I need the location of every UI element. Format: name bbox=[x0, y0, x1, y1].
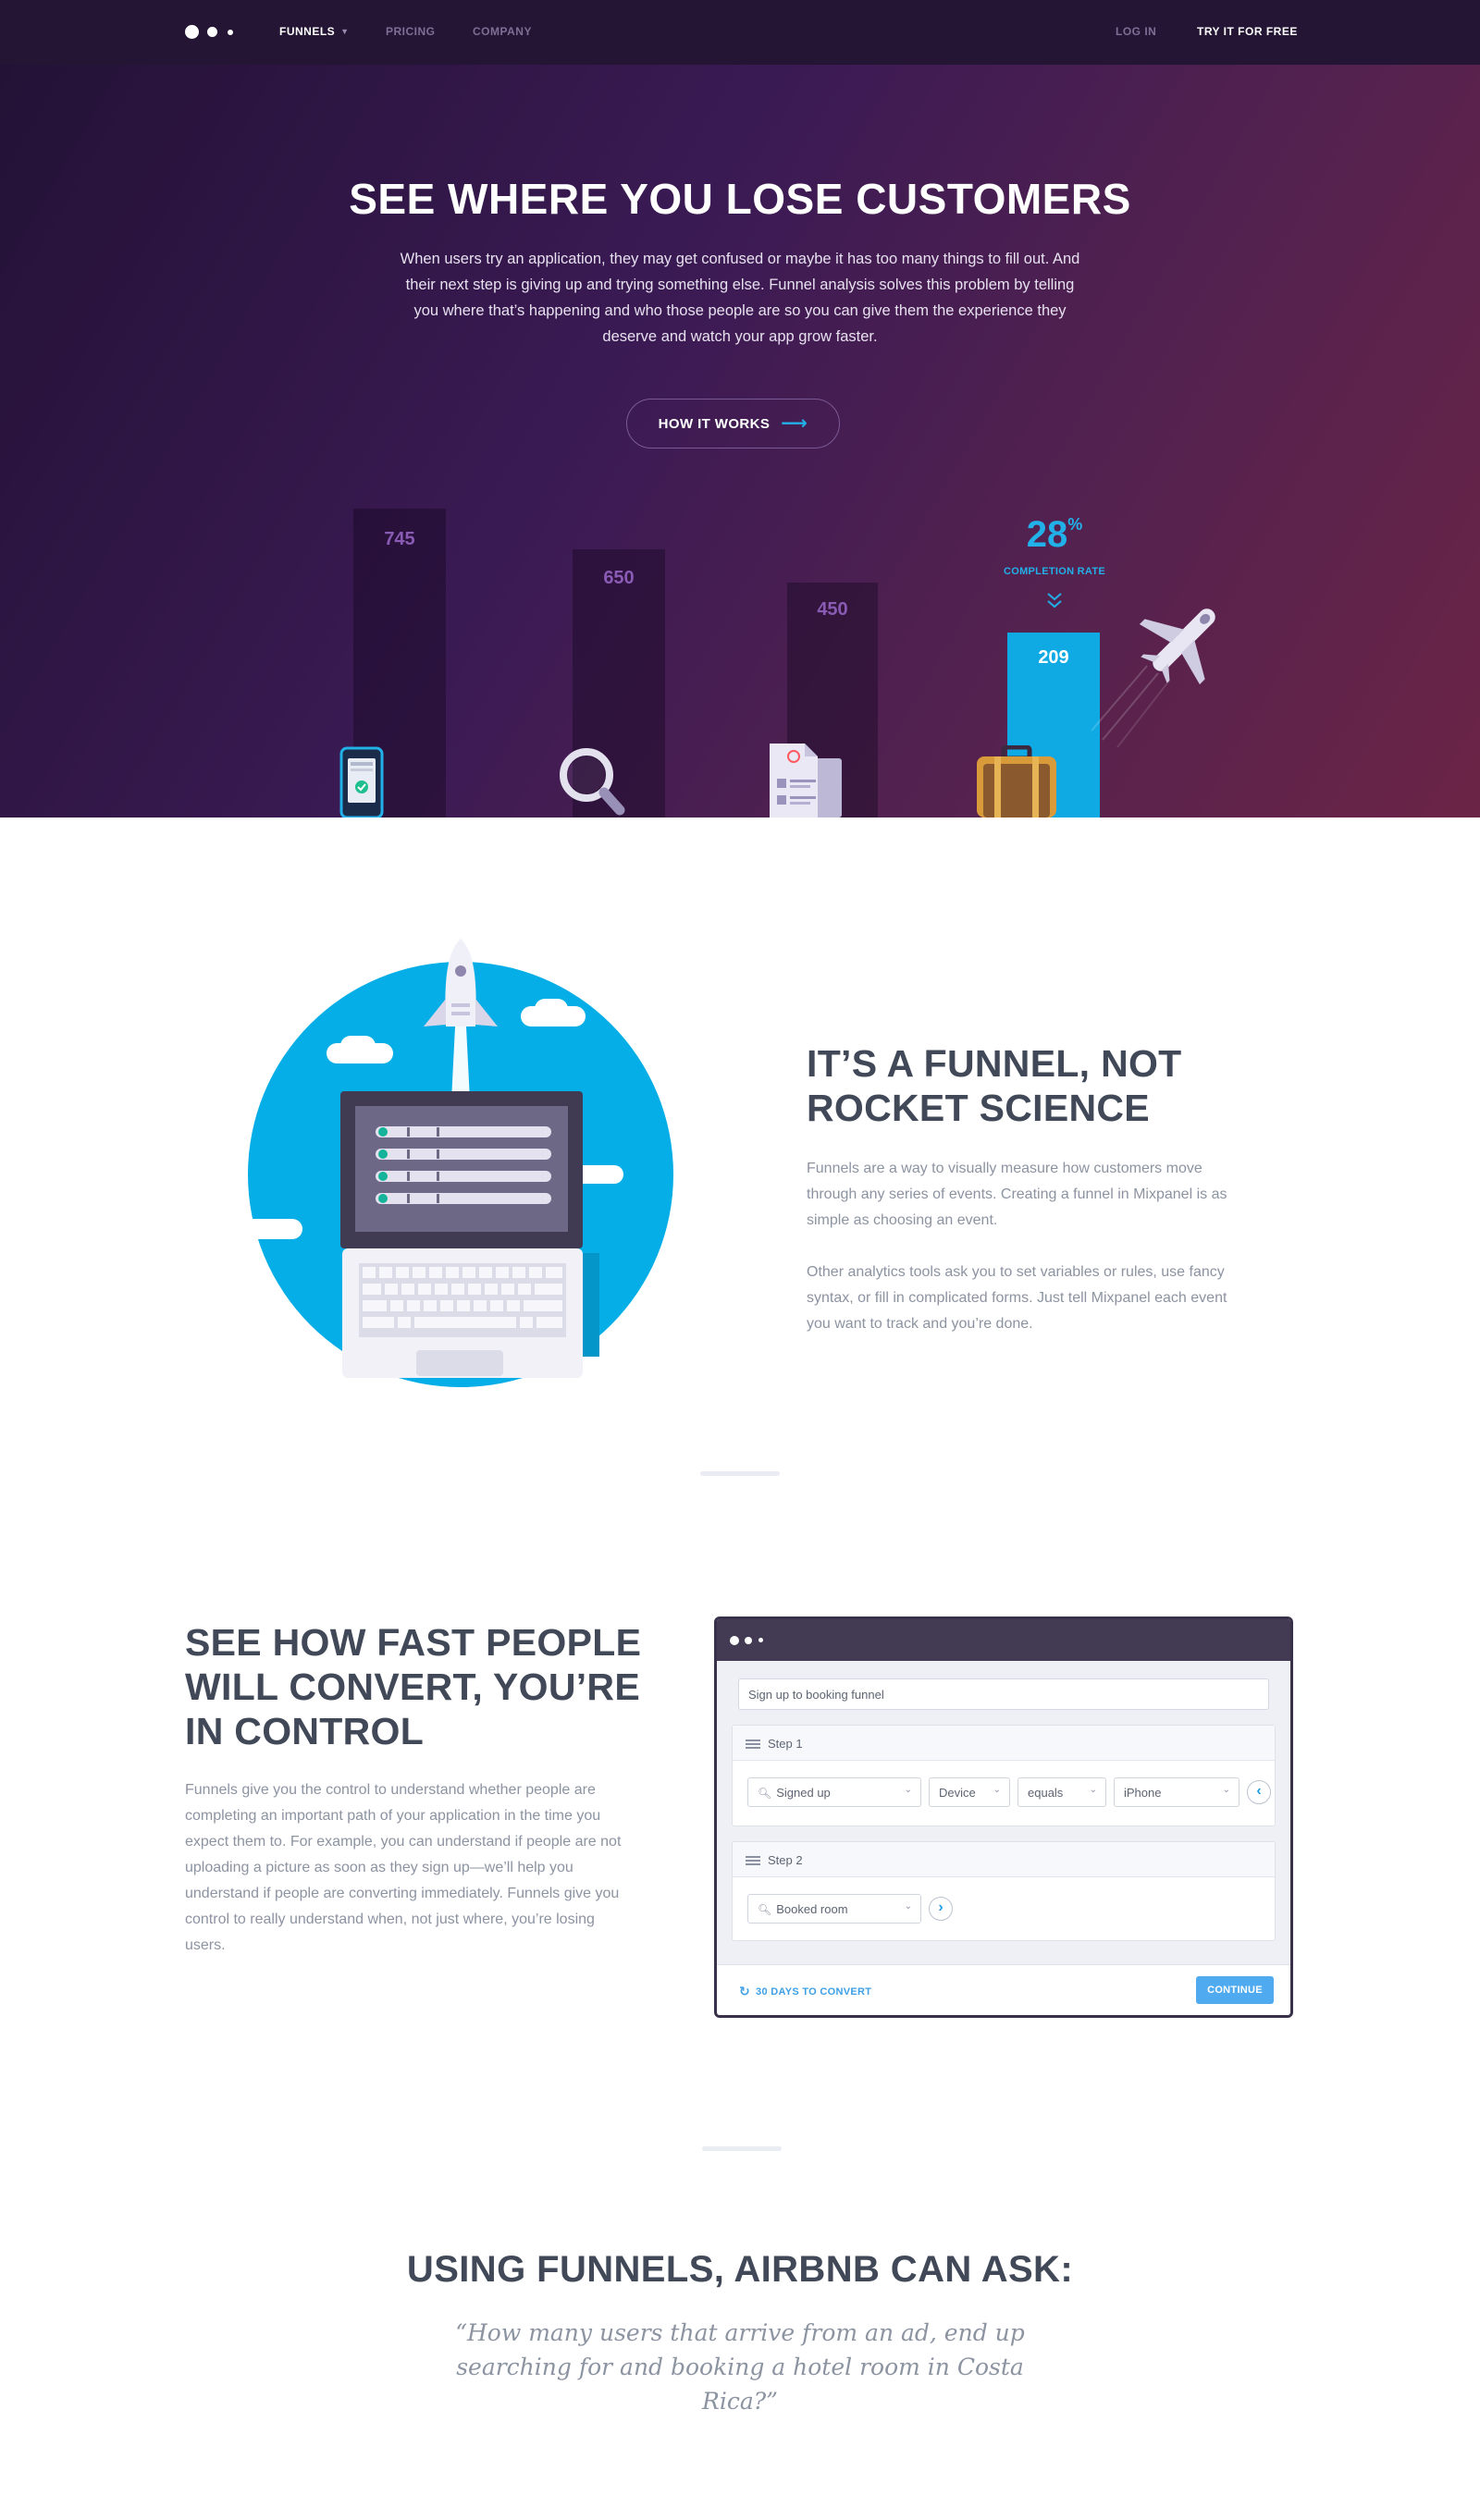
phone-icon bbox=[339, 746, 384, 817]
double-chevron-down-icon bbox=[1047, 593, 1062, 608]
arrow-right-icon: ⟶ bbox=[781, 413, 808, 434]
step-card: Step 2 🔍︎ Booked room ⌄ › bbox=[732, 1841, 1276, 1941]
laptop-rocket-illustration bbox=[248, 939, 673, 1387]
continue-button[interactable]: CONTINUE bbox=[1196, 1976, 1274, 2004]
step-card: Step 1 🔍︎ Signed up ⌄ Device ⌄ equals ⌄ iPho… bbox=[732, 1725, 1276, 1826]
rocket-section-paragraph: Funnels are a way to visually measure ho… bbox=[807, 1161, 1227, 1228]
value-select[interactable]: iPhone ⌄ bbox=[1114, 1777, 1240, 1807]
hero-description: When users try an application, they may … bbox=[400, 251, 1080, 345]
collapse-step-button[interactable]: ‹ bbox=[1247, 1780, 1271, 1804]
window-dot bbox=[745, 1637, 752, 1644]
nav-funnels-label: FUNNELS bbox=[279, 25, 336, 38]
step-label: Step 1 bbox=[768, 1737, 803, 1751]
funnel-bar-value: 650 bbox=[603, 568, 635, 588]
airplane-icon bbox=[1092, 608, 1215, 748]
funnel-bar-value: 209 bbox=[1038, 647, 1069, 668]
window-dot bbox=[758, 1638, 763, 1642]
value-select-value: iPhone bbox=[1124, 1786, 1162, 1800]
how-it-works-button[interactable]: HOW IT WORKS ⟶ bbox=[626, 399, 840, 449]
funnel-bar-value: 450 bbox=[817, 599, 848, 620]
section-divider bbox=[700, 1471, 780, 1476]
event-select[interactable]: 🔍︎ Booked room ⌄ bbox=[747, 1894, 921, 1924]
step-header: Step 1 bbox=[733, 1726, 1275, 1761]
chevron-down-icon: ⌄ bbox=[904, 1901, 912, 1912]
nav-funnels[interactable]: FUNNELS ▼ bbox=[279, 25, 350, 38]
nav-pricing[interactable]: PRICING bbox=[386, 25, 436, 38]
drag-handle-icon[interactable] bbox=[746, 1856, 760, 1865]
chevron-down-icon: ⌄ bbox=[904, 1785, 912, 1795]
magnifier-icon bbox=[560, 748, 625, 816]
funnel-bar-value: 745 bbox=[384, 529, 415, 549]
hero-title: SEE WHERE YOU LOSE CUSTOMERS bbox=[349, 175, 1131, 223]
completion-rate-value: 28% bbox=[980, 514, 1128, 556]
search-icon: 🔍︎ bbox=[758, 1787, 772, 1800]
rocket-section-title: IT’S A FUNNEL, NOT ROCKET SCIENCE bbox=[807, 1042, 1182, 1129]
window-footer: ↻ 30 DAYS TO CONVERT CONTINUE bbox=[717, 1964, 1290, 2015]
airbnb-section-title: USING FUNNELS, AIRBNB CAN ASK: bbox=[406, 2249, 1074, 2290]
document-icon bbox=[770, 744, 842, 817]
search-icon: 🔍︎ bbox=[758, 1903, 772, 1916]
event-select-value: Booked room bbox=[776, 1902, 848, 1916]
window-dot bbox=[730, 1636, 739, 1645]
login-link[interactable]: LOG IN bbox=[1116, 25, 1156, 38]
nav-company[interactable]: COMPANY bbox=[473, 25, 532, 38]
hero-section: SEE WHERE YOU LOSE CUSTOMERS When users … bbox=[0, 65, 1480, 817]
chevron-down-icon: ⌄ bbox=[993, 1785, 1001, 1795]
completion-rate-label: COMPLETION RATE bbox=[1003, 566, 1105, 577]
how-it-works-label: HOW IT WORKS bbox=[658, 415, 771, 432]
airbnb-quote: “How many users that arrive from an ad, … bbox=[455, 2319, 1025, 2415]
logo[interactable] bbox=[185, 24, 240, 41]
suitcase-icon bbox=[977, 745, 1056, 817]
event-select-value: Signed up bbox=[776, 1786, 831, 1800]
funnel-builder-window: Sign up to booking funnel Step 1 🔍︎ Signe… bbox=[714, 1616, 1293, 2018]
refresh-icon: ↻ bbox=[739, 1984, 751, 1998]
property-select[interactable]: Device ⌄ bbox=[929, 1777, 1010, 1807]
days-to-convert-label: 30 DAYS TO CONVERT bbox=[756, 1986, 872, 1998]
step-header: Step 2 bbox=[733, 1842, 1275, 1877]
completion-pct: 28 bbox=[1026, 514, 1068, 555]
days-to-convert-link[interactable]: ↻ 30 DAYS TO CONVERT bbox=[739, 1984, 871, 1999]
try-free-link[interactable]: TRY IT FOR FREE bbox=[1197, 25, 1298, 38]
top-nav: FUNNELS ▼ PRICING COMPANY LOG IN TRY IT F… bbox=[0, 0, 1480, 65]
operator-select[interactable]: equals ⌄ bbox=[1018, 1777, 1106, 1807]
operator-select-value: equals bbox=[1028, 1786, 1064, 1800]
chevron-down-icon: ⌄ bbox=[1089, 1785, 1097, 1795]
control-section-title: SEE HOW FAST PEOPLE WILL CONVERT, YOU’RE… bbox=[185, 1621, 642, 1752]
event-select[interactable]: 🔍︎ Signed up ⌄ bbox=[747, 1777, 921, 1807]
rocket-section-paragraph: Other analytics tools ask you to set var… bbox=[807, 1264, 1227, 1332]
expand-step-button[interactable]: › bbox=[929, 1897, 953, 1921]
chevron-down-icon: ⌄ bbox=[1222, 1785, 1230, 1795]
window-titlebar bbox=[717, 1619, 1290, 1661]
control-section-paragraph: Funnels give you the control to understa… bbox=[185, 1782, 622, 1953]
completion-pct-symbol: % bbox=[1067, 515, 1083, 534]
drag-handle-icon[interactable] bbox=[746, 1739, 760, 1749]
funnel-name-input[interactable]: Sign up to booking funnel bbox=[738, 1678, 1269, 1710]
property-select-value: Device bbox=[939, 1786, 976, 1800]
section-divider bbox=[702, 2146, 782, 2151]
chevron-down-icon: ▼ bbox=[340, 27, 350, 36]
step-label: Step 2 bbox=[768, 1853, 803, 1867]
